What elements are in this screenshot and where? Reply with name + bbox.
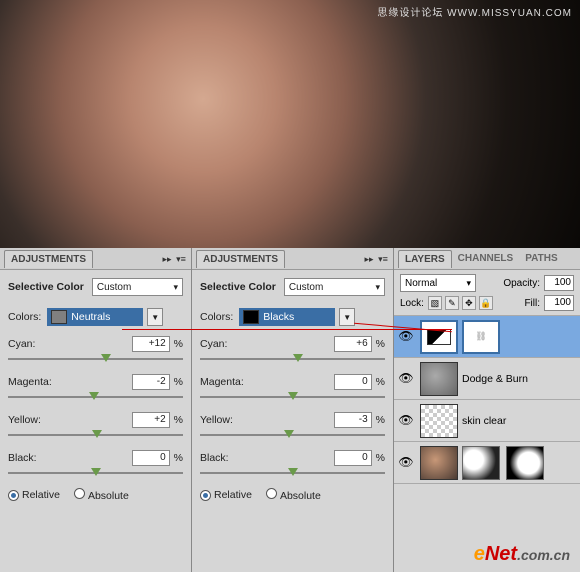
mask-thumb[interactable]: ⛓: [462, 320, 500, 354]
collapse-icon[interactable]: ▸▸: [161, 253, 173, 265]
layers-panel: LAYERS CHANNELS PATHS Normal Opacity: 10…: [394, 248, 580, 572]
colors-label: Colors:: [200, 311, 233, 323]
slider-value-magenta[interactable]: -2: [132, 374, 170, 390]
slider-label-cyan: Cyan:: [200, 338, 227, 350]
dropdown-arrow-icon[interactable]: ▼: [147, 308, 163, 326]
slider-value-cyan[interactable]: +6: [334, 336, 372, 352]
lock-pixels-icon[interactable]: ✎: [445, 296, 459, 310]
adjustments-panel-1: ADJUSTMENTS ▸▸ ▾≡ Selective Color Custom…: [0, 248, 192, 572]
colors-dropdown[interactable]: Neutrals: [47, 308, 143, 326]
slider-label-yellow: Yellow:: [8, 414, 41, 426]
adjustment-title: Selective Color: [200, 281, 276, 293]
layer-row-image[interactable]: 👁: [394, 442, 580, 484]
collapse-icon[interactable]: ▸▸: [363, 253, 375, 265]
slider-value-black[interactable]: 0: [132, 450, 170, 466]
blend-mode-dropdown[interactable]: Normal: [400, 274, 476, 292]
colors-dropdown[interactable]: Blacks: [239, 308, 335, 326]
slider-value-yellow[interactable]: +2: [132, 412, 170, 428]
dropdown-arrow-icon[interactable]: ▼: [339, 308, 355, 326]
slider-magenta[interactable]: [8, 396, 183, 398]
tab-channels[interactable]: CHANNELS: [452, 250, 520, 267]
radio-absolute[interactable]: Absolute: [266, 488, 321, 502]
adjustments-panel-2: ADJUSTMENTS ▸▸ ▾≡ Selective Color Custom…: [192, 248, 394, 572]
fill-label: Fill:: [524, 298, 540, 309]
layer-name: skin clear: [462, 415, 506, 427]
layer-row-dodge-burn[interactable]: 👁 Dodge & Burn: [394, 358, 580, 400]
slider-label-black: Black:: [8, 452, 37, 464]
layer-thumb[interactable]: [420, 404, 458, 438]
tab-adjustments[interactable]: ADJUSTMENTS: [196, 250, 285, 268]
watermark-text: 思缘设计论坛 WWW.MISSYUAN.COM: [377, 4, 572, 19]
slider-yellow[interactable]: [8, 434, 183, 436]
opacity-label: Opacity:: [503, 278, 540, 289]
lock-label: Lock:: [400, 298, 424, 309]
lock-transparent-icon[interactable]: ▧: [428, 296, 442, 310]
opacity-input[interactable]: 100: [544, 275, 574, 291]
menu-icon[interactable]: ▾≡: [377, 253, 389, 265]
slider-value-magenta[interactable]: 0: [334, 374, 372, 390]
tab-paths[interactable]: PATHS: [519, 250, 563, 267]
slider-label-cyan: Cyan:: [8, 338, 35, 350]
mask-thumb[interactable]: [506, 446, 544, 480]
slider-label-black: Black:: [200, 452, 229, 464]
swatch-neutral: [51, 310, 67, 324]
preset-dropdown[interactable]: Custom: [92, 278, 183, 296]
visibility-icon[interactable]: 👁: [398, 329, 414, 345]
layer-thumb[interactable]: [420, 362, 458, 396]
slider-value-cyan[interactable]: +12: [132, 336, 170, 352]
slider-label-magenta: Magenta:: [8, 376, 52, 388]
slider-label-yellow: Yellow:: [200, 414, 233, 426]
slider-cyan[interactable]: [8, 358, 183, 360]
fill-input[interactable]: 100: [544, 295, 574, 311]
radio-absolute[interactable]: Absolute: [74, 488, 129, 502]
layer-name: Dodge & Burn: [462, 373, 528, 385]
lock-position-icon[interactable]: ✥: [462, 296, 476, 310]
visibility-icon[interactable]: 👁: [398, 371, 414, 387]
tab-adjustments[interactable]: ADJUSTMENTS: [4, 250, 93, 268]
preset-dropdown[interactable]: Custom: [284, 278, 385, 296]
slider-cyan[interactable]: [200, 358, 385, 360]
lock-all-icon[interactable]: 🔒: [479, 296, 493, 310]
enet-logo: eNet.com.cn: [474, 543, 570, 566]
menu-icon[interactable]: ▾≡: [175, 253, 187, 265]
layer-row-selective-color[interactable]: 👁 ⛓: [394, 316, 580, 358]
colors-label: Colors:: [8, 311, 41, 323]
layer-thumb[interactable]: [420, 446, 458, 480]
slider-black[interactable]: [200, 472, 385, 474]
slider-label-magenta: Magenta:: [200, 376, 244, 388]
slider-value-black[interactable]: 0: [334, 450, 372, 466]
slider-value-yellow[interactable]: -3: [334, 412, 372, 428]
adjustment-title: Selective Color: [8, 281, 84, 293]
layer-row-skin-clear[interactable]: 👁 skin clear: [394, 400, 580, 442]
slider-black[interactable]: [8, 472, 183, 474]
radio-relative[interactable]: Relative: [8, 489, 60, 501]
tab-layers[interactable]: LAYERS: [398, 250, 452, 268]
visibility-icon[interactable]: 👁: [398, 413, 414, 429]
slider-magenta[interactable]: [200, 396, 385, 398]
document-preview: 思缘设计论坛 WWW.MISSYUAN.COM: [0, 0, 580, 248]
mask-thumb[interactable]: [462, 446, 500, 480]
slider-yellow[interactable]: [200, 434, 385, 436]
swatch-black: [243, 310, 259, 324]
adjustment-thumb[interactable]: [420, 320, 458, 354]
visibility-icon[interactable]: 👁: [398, 455, 414, 471]
radio-relative[interactable]: Relative: [200, 489, 252, 501]
